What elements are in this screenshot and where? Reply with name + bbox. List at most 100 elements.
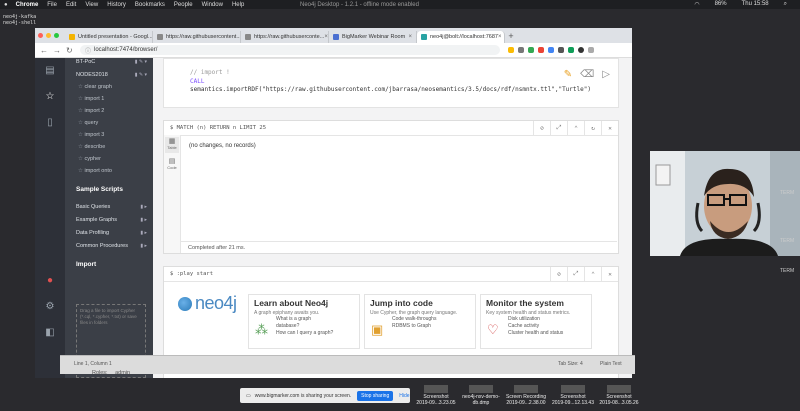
sidebar-db-name[interactable]: BT-PoC — [76, 59, 95, 65]
documents-icon[interactable]: ▯ — [43, 116, 57, 130]
folder-actions-icon[interactable]: ▮ ✎ ▾ — [135, 72, 147, 78]
frame-query[interactable]: $ :play start — [170, 271, 213, 277]
code-card[interactable]: Jump into code Use Cypher, the graph que… — [364, 294, 476, 349]
script-item[interactable]: import 2 — [78, 108, 104, 114]
table-view-tab[interactable]: ▦ Table — [165, 137, 179, 153]
card-link[interactable]: Disk utilization — [508, 316, 586, 323]
collapse-icon[interactable]: ⌃ — [567, 121, 584, 135]
sidebar-folder[interactable]: NODES2018 — [76, 72, 108, 78]
reload-icon[interactable]: ↻ — [66, 46, 74, 55]
card-link[interactable]: Code walk-throughs — [392, 316, 470, 323]
zoom-window-button[interactable] — [54, 33, 59, 38]
hide-button[interactable]: Hide — [399, 393, 409, 399]
sample-folder[interactable]: Common Procedures — [76, 243, 128, 249]
card-link[interactable]: database? — [276, 323, 354, 330]
monitor-card[interactable]: Monitor the system Key system health and… — [480, 294, 592, 349]
card-link[interactable]: Cache activity — [508, 323, 586, 330]
sample-folder[interactable]: Example Graphs — [76, 217, 117, 223]
menu-edit[interactable]: Edit — [66, 2, 76, 8]
close-window-button[interactable] — [38, 33, 43, 38]
script-item[interactable]: cypher — [78, 156, 101, 162]
fullscreen-icon[interactable]: ⤢ — [567, 267, 584, 281]
browser-tab[interactable]: https://raw.githubuserconte... × — [241, 31, 329, 43]
pin-icon[interactable]: ⊘ — [533, 121, 550, 135]
menu-window[interactable]: Window — [202, 2, 223, 8]
menu-people[interactable]: People — [174, 2, 193, 8]
menu-view[interactable]: View — [85, 2, 98, 8]
browser-tab[interactable]: https://raw.githubusercontent...× — [153, 31, 241, 43]
folder-actions-icon[interactable]: ▮ ▸ — [140, 243, 147, 249]
favorite-pencil-icon[interactable]: ✎ — [564, 69, 572, 80]
browser-tab[interactable]: BigMarker Webinar Room × — [329, 31, 417, 43]
close-tab-icon[interactable]: × — [408, 34, 412, 40]
frame-query[interactable]: $ MATCH (n) RETURN n LIMIT 25 — [170, 125, 266, 131]
menu-app-name[interactable]: Chrome — [16, 2, 39, 8]
collapse-icon[interactable]: ⌃ — [584, 267, 601, 281]
wifi-icon[interactable]: ◠ — [694, 1, 699, 8]
close-tab-icon[interactable]: × — [324, 34, 328, 40]
menu-dots-icon[interactable] — [588, 47, 594, 53]
sync-icon[interactable]: ● — [43, 274, 57, 288]
settings-gear-icon[interactable]: ⚙ — [43, 300, 57, 314]
desktop-file[interactable]: neo4j-nxv-demo-db.dmp — [460, 385, 502, 406]
menu-bookmarks[interactable]: Bookmarks — [135, 2, 165, 8]
syntax-mode[interactable]: Plain Text — [600, 361, 622, 367]
favorites-star-icon[interactable]: ☆ — [43, 90, 57, 104]
folder-actions-icon[interactable]: ▮ ▸ — [140, 230, 147, 236]
pin-icon[interactable]: ⊘ — [550, 267, 567, 281]
script-item[interactable]: import 3 — [78, 132, 104, 138]
rerun-icon[interactable]: ↻ — [584, 121, 601, 135]
extension-icon[interactable] — [528, 47, 534, 53]
menu-history[interactable]: History — [107, 2, 126, 8]
close-frame-icon[interactable]: ✕ — [601, 121, 618, 135]
tab-size[interactable]: Tab Size: 4 — [558, 361, 583, 367]
menu-help[interactable]: Help — [232, 2, 244, 8]
close-frame-icon[interactable]: ✕ — [601, 267, 618, 281]
browser-tab-active[interactable]: neo4j@bolt://localhost:7687 × — [417, 31, 505, 43]
minimize-window-button[interactable] — [46, 33, 51, 38]
back-icon[interactable]: ← — [40, 46, 48, 55]
desktop-file[interactable]: Screenshot 2019-08...3.05.26 — [598, 385, 640, 406]
code-view-tab[interactable]: ▤ Code — [165, 157, 179, 173]
extension-icon[interactable] — [568, 47, 574, 53]
new-tab-button[interactable]: + — [505, 31, 517, 43]
clear-eraser-icon[interactable]: ⌫ — [580, 69, 594, 80]
script-item[interactable]: import onto — [78, 168, 112, 174]
script-item[interactable]: clear graph — [78, 84, 112, 90]
stop-sharing-button[interactable]: Stop sharing — [357, 390, 394, 401]
desktop-file[interactable]: Screen Recording 2019-09...2.38.00 — [505, 385, 547, 406]
desktop-file[interactable]: Screenshot 2019-09...12.13.43 — [552, 385, 594, 406]
apple-icon[interactable]: ● — [4, 2, 8, 8]
star-icon[interactable] — [508, 47, 514, 53]
menubar-clock[interactable]: Thu 15:58 — [742, 1, 769, 8]
card-link[interactable]: RDBMS to Graph — [392, 323, 470, 330]
spotlight-icon[interactable]: ⌕ — [784, 1, 787, 8]
profile-avatar-icon[interactable] — [578, 47, 584, 53]
url-input[interactable]: ⓘ localhost:7474/browser/ — [80, 45, 500, 55]
battery-percent[interactable]: 86% — [715, 1, 727, 8]
database-icon[interactable]: ▤ — [43, 64, 57, 78]
extension-icon[interactable] — [558, 47, 564, 53]
browser-tab[interactable]: Untitled presentation - Googl...× — [65, 31, 153, 43]
close-tab-icon[interactable]: × — [498, 34, 502, 40]
folder-actions-icon[interactable]: ▮ ▸ — [140, 217, 147, 223]
forward-icon[interactable]: → — [53, 46, 61, 55]
folder-actions-icon[interactable]: ▮ ✎ ▾ — [135, 59, 147, 65]
about-icon[interactable]: ◧ — [43, 326, 57, 340]
folder-actions-icon[interactable]: ▮ ▸ — [140, 204, 147, 210]
card-link[interactable]: How can I query a graph? — [276, 330, 354, 337]
script-item[interactable]: query — [78, 120, 98, 126]
extension-icon[interactable] — [548, 47, 554, 53]
script-item[interactable]: describe — [78, 144, 105, 150]
editor-code[interactable]: // import ! CALL semantics.importRDF("http… — [190, 69, 591, 95]
fullscreen-icon[interactable]: ⤢ — [550, 121, 567, 135]
cypher-editor[interactable]: // import ! CALL semantics.importRDF("http… — [163, 58, 619, 108]
menu-file[interactable]: File — [47, 2, 57, 8]
extension-icon[interactable] — [538, 47, 544, 53]
card-link[interactable]: Cluster health and status — [508, 330, 586, 337]
learn-card[interactable]: Learn about Neo4j A graph epiphany await… — [248, 294, 360, 349]
run-play-icon[interactable]: ▷ — [602, 69, 610, 80]
card-link[interactable]: What is a graph — [276, 316, 354, 323]
script-item[interactable]: import 1 — [78, 96, 104, 102]
desktop-file[interactable]: Screenshot 2019-09...3.23.05 — [415, 385, 457, 406]
